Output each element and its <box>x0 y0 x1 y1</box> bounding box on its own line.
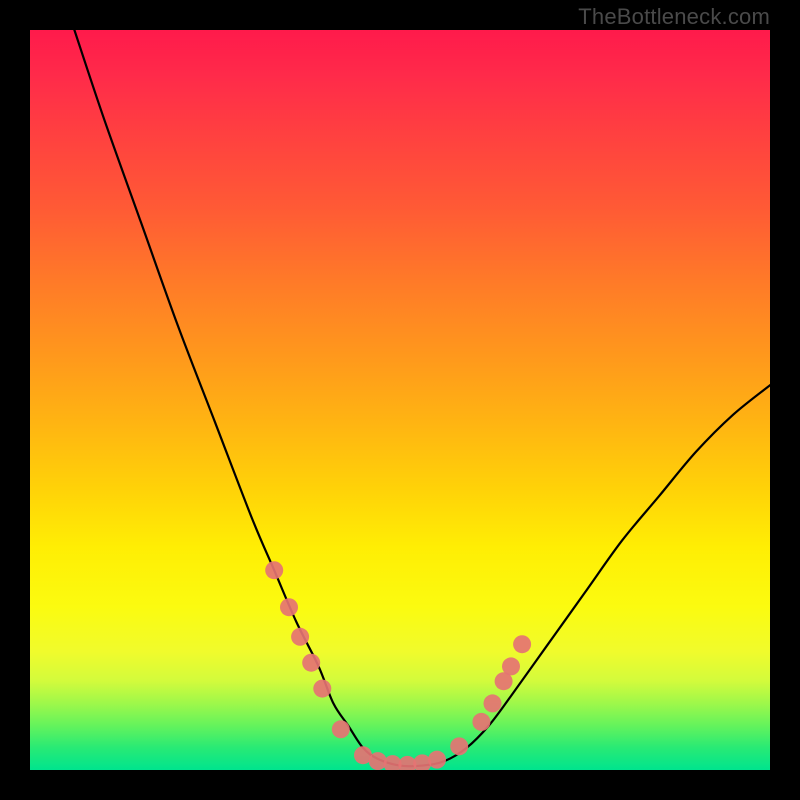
marker-dot <box>472 713 490 731</box>
marker-dot <box>313 680 331 698</box>
plot-area <box>30 30 770 770</box>
marker-group <box>265 561 531 770</box>
bottleneck-curve <box>74 30 770 766</box>
marker-dot <box>513 635 531 653</box>
marker-dot <box>280 598 298 616</box>
marker-dot <box>369 752 387 770</box>
marker-dot <box>484 694 502 712</box>
marker-dot <box>502 657 520 675</box>
watermark-text: TheBottleneck.com <box>578 4 770 30</box>
marker-dot <box>265 561 283 579</box>
curve-svg <box>30 30 770 770</box>
marker-dot <box>291 628 309 646</box>
marker-dot <box>428 751 446 769</box>
marker-dot <box>332 720 350 738</box>
chart-stage: TheBottleneck.com <box>0 0 800 800</box>
marker-dot <box>302 654 320 672</box>
marker-dot <box>450 737 468 755</box>
